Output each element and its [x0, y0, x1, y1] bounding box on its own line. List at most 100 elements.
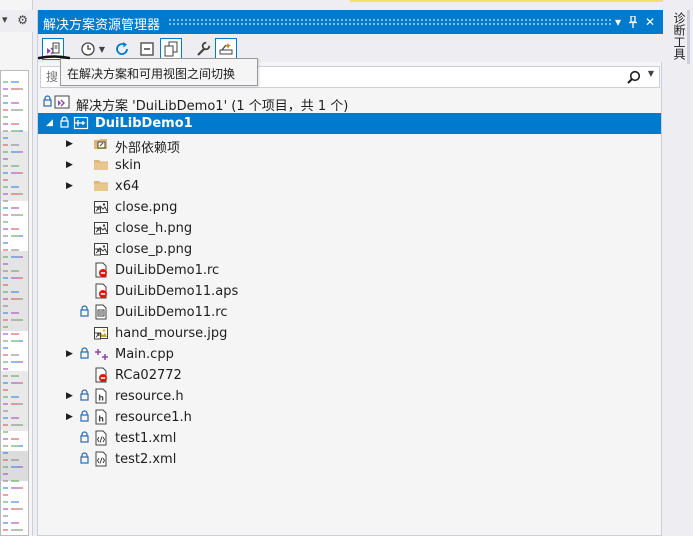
gear-icon[interactable]: ⚙	[17, 13, 28, 27]
minimap-code-line	[19, 214, 23, 216]
collapsed-arrow-icon[interactable]: ▶	[66, 348, 76, 360]
image-file-icon	[93, 241, 109, 257]
lock-icon	[80, 431, 90, 445]
collapse-all-button[interactable]	[136, 38, 158, 60]
tree-item[interactable]: ▶ h resource1.h	[38, 407, 661, 428]
tree-item[interactable]: ▶ x64	[38, 176, 661, 197]
window-position-dropdown-icon[interactable]: ▾	[610, 13, 626, 31]
minimap-code-line	[3, 312, 8, 314]
minimap-code-line	[3, 235, 8, 237]
drag-grip[interactable]	[168, 18, 611, 25]
minimap-code-line	[3, 354, 8, 356]
cpp-file-icon	[93, 346, 109, 362]
minimap-code-line	[3, 501, 8, 503]
tree-item-label: DuiLibDemo1.rc	[115, 263, 220, 278]
minimap-code-line	[19, 382, 23, 384]
tree-item[interactable]: DuiLibDemo11.rc	[38, 302, 661, 323]
search-icon[interactable]	[627, 70, 641, 87]
minimap-code-line	[3, 193, 8, 195]
minimap-code-line	[3, 326, 8, 328]
minimap-code-line	[3, 88, 8, 90]
image-file-icon	[93, 199, 109, 215]
minimap-code-line	[11, 109, 19, 111]
minimap-code-line	[19, 172, 23, 174]
minimap-code-line	[3, 207, 8, 209]
show-all-files-button[interactable]	[160, 38, 182, 60]
minimap-code-line	[11, 214, 19, 216]
tree-item[interactable]: ▶ skin	[38, 155, 661, 176]
minimap-code-line	[3, 473, 8, 475]
code-minimap[interactable]	[0, 70, 29, 536]
collapsed-arrow-icon[interactable]: ▶	[66, 180, 76, 192]
minimap-code-line	[11, 466, 19, 468]
resource-file-icon	[93, 304, 109, 320]
minimap-code-line	[11, 459, 19, 461]
xml-file-icon	[93, 451, 109, 467]
tree-item[interactable]: hand_mourse.jpg	[38, 323, 661, 344]
filter-dropdown-button[interactable]: ▼	[96, 38, 108, 60]
minimap-code-line	[3, 375, 8, 377]
minimap-code-line	[19, 340, 23, 342]
tree-item[interactable]: close_p.png	[38, 239, 661, 260]
minimap-code-line	[3, 256, 8, 258]
pin-icon[interactable]	[625, 13, 641, 31]
tree-item[interactable]: close_h.png	[38, 218, 661, 239]
minimap-code-line	[11, 256, 19, 258]
minimap-code-line	[3, 438, 8, 440]
preview-selected-items-button[interactable]	[215, 38, 237, 60]
tree-item[interactable]: RCa02772	[38, 365, 661, 386]
close-icon[interactable]: ✕	[642, 13, 658, 31]
project-node[interactable]: ◢ DuiLibDemo1	[38, 113, 661, 134]
tree-item[interactable]: test2.xml	[38, 449, 661, 470]
minimap-code-line	[3, 179, 8, 181]
svg-text:h: h	[98, 394, 104, 403]
minimap-code-line	[11, 480, 19, 482]
tree-item[interactable]: close.png	[38, 197, 661, 218]
lock-icon	[60, 116, 70, 130]
minimap-code-line	[19, 508, 23, 510]
expanded-arrow-icon[interactable]: ◢	[46, 117, 56, 129]
minimap-code-line	[19, 235, 23, 237]
panel-titlebar[interactable]: 解决方案资源管理器 ▾ ✕	[38, 10, 663, 34]
tree-item[interactable]: ▶ 外部依赖项	[38, 134, 661, 156]
minimap-code-line	[11, 340, 19, 342]
collapsed-arrow-icon[interactable]: ▶	[66, 411, 76, 423]
header-file-icon: h	[93, 388, 109, 404]
tree-item[interactable]: DuiLibDemo1.rc	[38, 260, 661, 281]
split-icon[interactable]: ▾	[2, 13, 8, 26]
solution-node[interactable]: 解决方案 'DuiLibDemo1' (1 个项目，共 1 个)	[38, 92, 661, 114]
sync-refresh-button[interactable]	[111, 38, 133, 60]
tree-item[interactable]: ▶ Main.cpp	[38, 344, 661, 365]
minimap-code-line	[11, 249, 19, 251]
collapsed-arrow-icon[interactable]: ▶	[66, 390, 76, 402]
collapsed-arrow-icon[interactable]: ▶	[66, 138, 76, 150]
minimap-code-line	[3, 165, 8, 167]
minimap-code-line	[3, 186, 8, 188]
properties-button[interactable]	[192, 38, 214, 60]
minimap-code-line	[3, 109, 8, 111]
minimap-code-line	[3, 417, 8, 419]
minimap-code-line	[11, 361, 19, 363]
minimap-code-line	[11, 193, 19, 195]
tree-item[interactable]: ▶ h resource.h	[38, 386, 661, 407]
collapsed-arrow-icon[interactable]: ▶	[66, 159, 76, 171]
minimap-code-line	[3, 382, 8, 384]
excluded-file-icon	[93, 367, 109, 383]
minimap-code-line	[3, 277, 8, 279]
refresh-icon	[116, 42, 128, 55]
excluded-file-icon	[93, 262, 109, 278]
minimap-code-line	[3, 403, 8, 405]
tree-item[interactable]: test1.xml	[38, 428, 661, 449]
minimap-code-line	[3, 508, 8, 510]
editor-edge: ▾ ⚙	[0, 0, 33, 536]
tree-item[interactable]: DuiLibDemo11.aps	[38, 281, 661, 302]
folder-icon	[93, 178, 109, 194]
search-options-dropdown-icon[interactable]: ▼	[648, 69, 654, 78]
dependencies-icon	[93, 136, 109, 152]
minimap-code-line	[3, 270, 8, 272]
minimap-code-line	[3, 249, 8, 251]
minimap-code-line	[19, 130, 23, 132]
minimap-code-line	[19, 445, 23, 447]
minimap-code-line	[11, 102, 19, 104]
diagnostic-tools-tab[interactable]: 诊断工具	[670, 12, 686, 62]
